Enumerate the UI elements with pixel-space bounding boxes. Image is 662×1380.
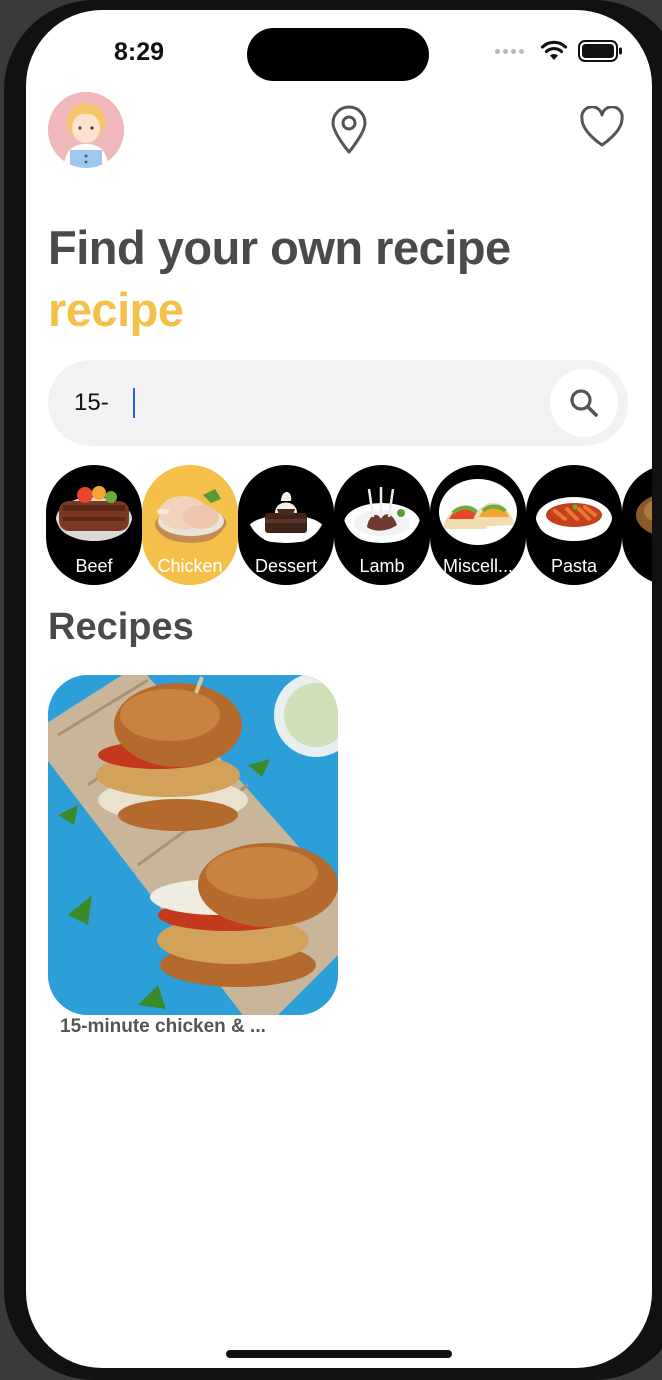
dessert-image — [248, 492, 324, 543]
beef-image — [56, 486, 132, 541]
cellular-signal-icon — [495, 48, 524, 54]
battery-icon — [578, 40, 622, 62]
recipe-title: 15-minute chicken & ... — [60, 1016, 266, 1037]
home-indicator[interactable] — [226, 1350, 452, 1358]
page-title-accent: recipe — [48, 283, 184, 336]
category-chicken[interactable]: Chicken — [142, 465, 238, 585]
pasta-image — [536, 497, 612, 541]
avatar-illustration — [48, 92, 124, 168]
category-lamb[interactable]: Lamb — [334, 465, 430, 585]
category-list: Beef Chicken Dessert Lamb Miscell... Pas… — [46, 465, 652, 585]
recipe-card[interactable] — [48, 675, 338, 1015]
status-time: 8:29 — [114, 38, 165, 66]
heart-icon[interactable] — [579, 106, 625, 148]
recipes-heading: Recipes — [48, 606, 194, 648]
user-avatar[interactable] — [48, 92, 124, 168]
dynamic-island — [247, 28, 429, 81]
category-label: Beef — [75, 556, 113, 576]
chicken-image — [155, 489, 227, 543]
map-pin-icon[interactable] — [329, 105, 369, 155]
recipe-image — [48, 675, 338, 1015]
text-caret — [133, 388, 135, 418]
category-label: Miscell... — [442, 556, 513, 576]
category-image — [636, 496, 652, 534]
category-miscellaneous[interactable]: Miscell... — [430, 465, 526, 585]
app-screen: 8:29 Find your own recipe recipe 15- Bee… — [26, 10, 652, 1368]
status-icons — [495, 40, 624, 62]
category-label: Chicken — [157, 556, 223, 576]
category-beef[interactable]: Beef — [46, 465, 142, 585]
category-pasta[interactable]: Pasta — [526, 465, 622, 585]
tacos-image — [439, 479, 517, 545]
search-icon — [570, 389, 598, 417]
page-title: Find your own recipe — [48, 221, 511, 274]
category-label: Lamb — [359, 556, 405, 576]
search-button[interactable] — [550, 369, 618, 437]
lamb-image — [344, 487, 420, 543]
category-label: Pasta — [550, 556, 598, 576]
category-label: Dessert — [254, 556, 317, 576]
search-input[interactable] — [74, 360, 514, 446]
category-dessert[interactable]: Dessert — [238, 465, 334, 585]
search-bar — [48, 360, 628, 446]
category-next[interactable] — [622, 465, 652, 585]
wifi-icon — [540, 40, 568, 60]
